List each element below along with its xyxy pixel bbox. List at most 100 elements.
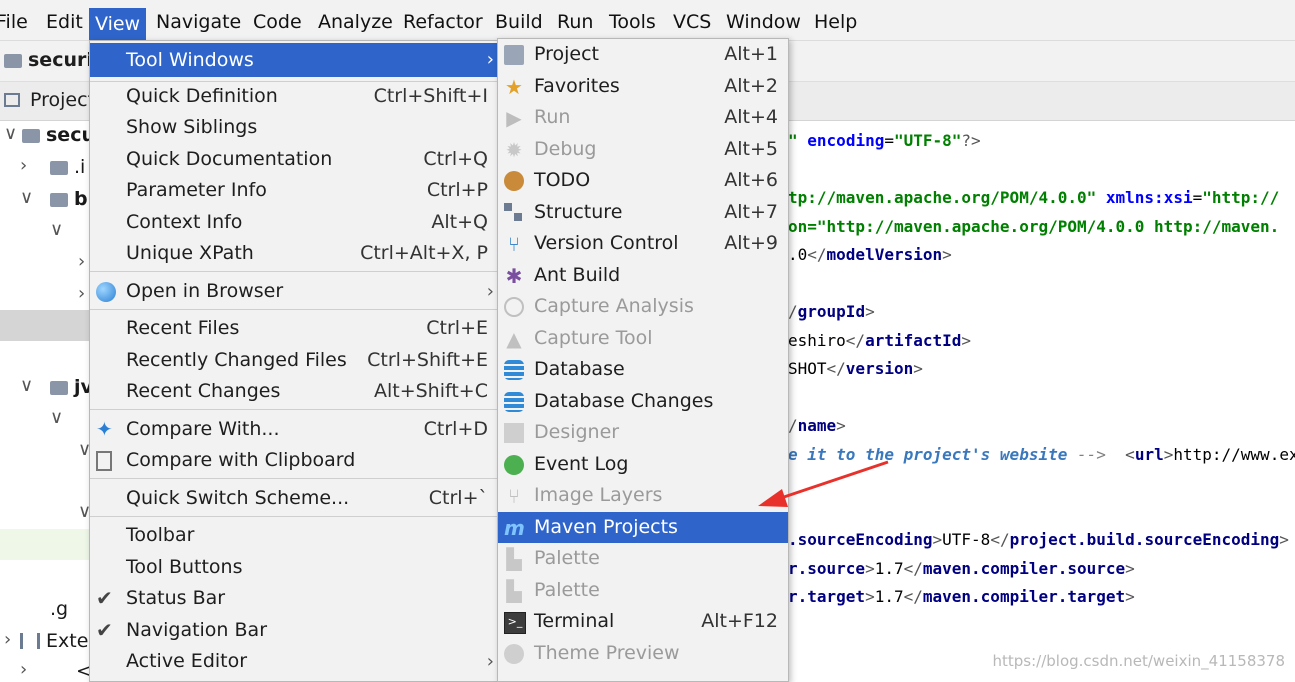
menu-item-active-editor[interactable]: Active Editor › — [90, 646, 498, 677]
tool-window-item-run[interactable]: ▶ Run Alt+4 — [498, 102, 788, 133]
menu-item-parameter-info[interactable]: Parameter Info Ctrl+P — [90, 175, 498, 206]
tool-window-item-image-layers[interactable]: ⑂ Image Layers — [498, 480, 788, 511]
database-icon — [504, 360, 524, 380]
tree-chevron-down-icon[interactable]: ∨ — [4, 123, 17, 144]
tree-chevron-right-icon[interactable]: › — [20, 659, 27, 680]
menu-item-open-in-browser[interactable]: Open in Browser › — [90, 276, 498, 307]
menu-code[interactable]: Code — [247, 6, 308, 38]
watermark: https://blog.csdn.net/weixin_41158378 — [992, 652, 1285, 670]
menu-build[interactable]: Build — [489, 6, 549, 38]
tool-window-item-database-changes[interactable]: Database Changes — [498, 386, 788, 417]
tool-window-item-database[interactable]: Database — [498, 354, 788, 385]
menu-item-shortcut: Ctrl+D — [423, 418, 488, 440]
tool-window-item-ant-build[interactable]: ✱ Ant Build — [498, 260, 788, 291]
tree-chevron-right-icon[interactable]: › — [4, 629, 11, 650]
tree-chevron-right-icon[interactable]: › — [78, 283, 85, 304]
tree-chevron-down-icon[interactable]: ∨ — [20, 375, 33, 396]
tree-chevron-down-icon[interactable]: ∨ — [20, 187, 33, 208]
menu-item-show-siblings[interactable]: Show Siblings — [90, 112, 498, 143]
chevron-right-icon: › — [486, 281, 494, 302]
menu-item-toolbar[interactable]: Toolbar — [90, 520, 498, 551]
menu-item-recent-files[interactable]: Recent Files Ctrl+E — [90, 313, 498, 344]
project-panel-icon — [4, 93, 20, 107]
tool-window-item-palette[interactable]: ▙ Palette — [498, 543, 788, 574]
tool-window-item-todo[interactable]: TODO Alt+6 — [498, 165, 788, 196]
menu-item-label: Run — [534, 106, 571, 128]
menu-item-tool-buttons[interactable]: Tool Buttons — [90, 552, 498, 583]
tree-item[interactable]: b — [74, 188, 88, 210]
tool-window-item-event-log[interactable]: Event Log — [498, 449, 788, 480]
menu-item-label: Palette — [534, 547, 600, 569]
menu-item-navigation-bar[interactable]: ✔ Navigation Bar — [90, 615, 498, 646]
folder-icon — [50, 381, 68, 395]
chevron-right-icon: › — [486, 49, 494, 70]
menu-item-label: Image Layers — [534, 484, 663, 506]
tool-window-item-theme-preview[interactable]: Theme Preview — [498, 638, 788, 669]
code-editor[interactable]: " encoding="UTF-8"?> tp://maven.apache.o… — [788, 121, 1295, 678]
menu-file[interactable]: File — [0, 6, 34, 38]
menu-item-shortcut: Ctrl+Shift+I — [373, 85, 488, 107]
project-panel-tab[interactable]: Project — [30, 89, 95, 111]
menu-run[interactable]: Run — [551, 6, 599, 38]
menu-analyze[interactable]: Analyze — [312, 6, 399, 38]
menu-window[interactable]: Window — [720, 6, 807, 38]
tool-window-item-debug[interactable]: ✹ Debug Alt+5 — [498, 134, 788, 165]
tree-chevron-right-icon[interactable]: › — [78, 251, 85, 272]
tool-window-item-maven-projects[interactable]: m Maven Projects — [498, 512, 788, 543]
tree-chevron-down-icon[interactable]: ∨ — [50, 407, 63, 428]
menu-item-compare-with[interactable]: ✦ Compare With... Ctrl+D — [90, 414, 498, 445]
folder-icon — [50, 161, 68, 175]
menu-item-recently-changed-files[interactable]: Recently Changed Files Ctrl+Shift+E — [90, 345, 498, 376]
code-line: .0</modelVersion> — [788, 245, 952, 264]
menu-item-recent-changes[interactable]: Recent Changes Alt+Shift+C — [90, 376, 498, 407]
tree-chevron-down-icon[interactable]: ∨ — [50, 219, 63, 240]
project-folder-icon — [4, 54, 22, 68]
menu-refactor[interactable]: Refactor — [397, 6, 489, 38]
code-line: /name> — [788, 416, 846, 435]
structure-icon — [504, 203, 524, 223]
menu-tools[interactable]: Tools — [603, 6, 662, 38]
menu-item-shortcut: Ctrl+Shift+E — [367, 349, 488, 371]
menu-item-shortcut: Alt+Shift+C — [373, 380, 488, 402]
terminal-icon: >_ — [504, 612, 526, 634]
tree-item[interactable]: .g — [50, 598, 68, 620]
menu-view[interactable]: View — [89, 8, 147, 40]
code-line: r.target>1.7</maven.compiler.target> — [788, 587, 1135, 606]
tool-window-item-capture-tool[interactable]: ▲ Capture Tool — [498, 323, 788, 354]
menu-separator — [90, 478, 498, 479]
code-line: " encoding="UTF-8"?> — [788, 131, 981, 150]
menu-help[interactable]: Help — [808, 6, 863, 38]
code-line: /groupId> — [788, 302, 875, 321]
designer-icon — [504, 423, 524, 443]
star-icon: ★ — [505, 75, 523, 99]
menu-item-compare-with-clipboard[interactable]: Compare with Clipboard — [90, 445, 498, 476]
tool-window-item-structure[interactable]: Structure Alt+7 — [498, 197, 788, 228]
menu-item-unique-xpath[interactable]: Unique XPath Ctrl+Alt+X, P — [90, 238, 498, 269]
theme-preview-icon — [504, 644, 524, 664]
menu-item-context-info[interactable]: Context Info Alt+Q — [90, 207, 498, 238]
tool-window-item-favorites[interactable]: ★ Favorites Alt+2 — [498, 71, 788, 102]
tool-window-item-capture-analysis[interactable]: Capture Analysis — [498, 291, 788, 322]
menu-item-shortcut: Alt+7 — [724, 201, 778, 223]
tool-window-item-terminal[interactable]: >_ Terminal Alt+F12 — [498, 606, 788, 637]
menu-item-tool-windows[interactable]: Tool Windows › — [90, 43, 498, 77]
menu-item-status-bar[interactable]: ✔ Status Bar — [90, 583, 498, 614]
menu-navigate[interactable]: Navigate — [150, 6, 247, 38]
tool-window-item-palette[interactable]: ▙ Palette — [498, 575, 788, 606]
menu-item-quick-switch-scheme[interactable]: Quick Switch Scheme... Ctrl+` — [90, 483, 498, 514]
menu-edit[interactable]: Edit — [40, 6, 89, 38]
code-line: eshiro</artifactId> — [788, 331, 972, 350]
menu-item-quick-documentation[interactable]: Quick Documentation Ctrl+Q — [90, 144, 498, 175]
tool-window-item-project[interactable]: Project Alt+1 — [498, 39, 788, 70]
tree-chevron-right-icon[interactable]: › — [20, 155, 27, 176]
tree-item[interactable]: .i — [74, 156, 85, 178]
menu-item-quick-definition[interactable]: Quick Definition Ctrl+Shift+I — [90, 81, 498, 112]
tool-window-item-version-control[interactable]: ⑂ Version Control Alt+9 — [498, 228, 788, 259]
version-control-icon: ⑂ — [508, 232, 520, 256]
palette-icon: ▙ — [506, 579, 522, 603]
menu-item-label: Active Editor — [126, 650, 248, 672]
menu-bar: File Edit View Navigate Code Analyze Ref… — [0, 0, 1295, 41]
tool-window-item-designer[interactable]: Designer — [498, 417, 788, 448]
menu-vcs[interactable]: VCS — [667, 6, 717, 38]
menu-item-label: Designer — [534, 421, 620, 443]
